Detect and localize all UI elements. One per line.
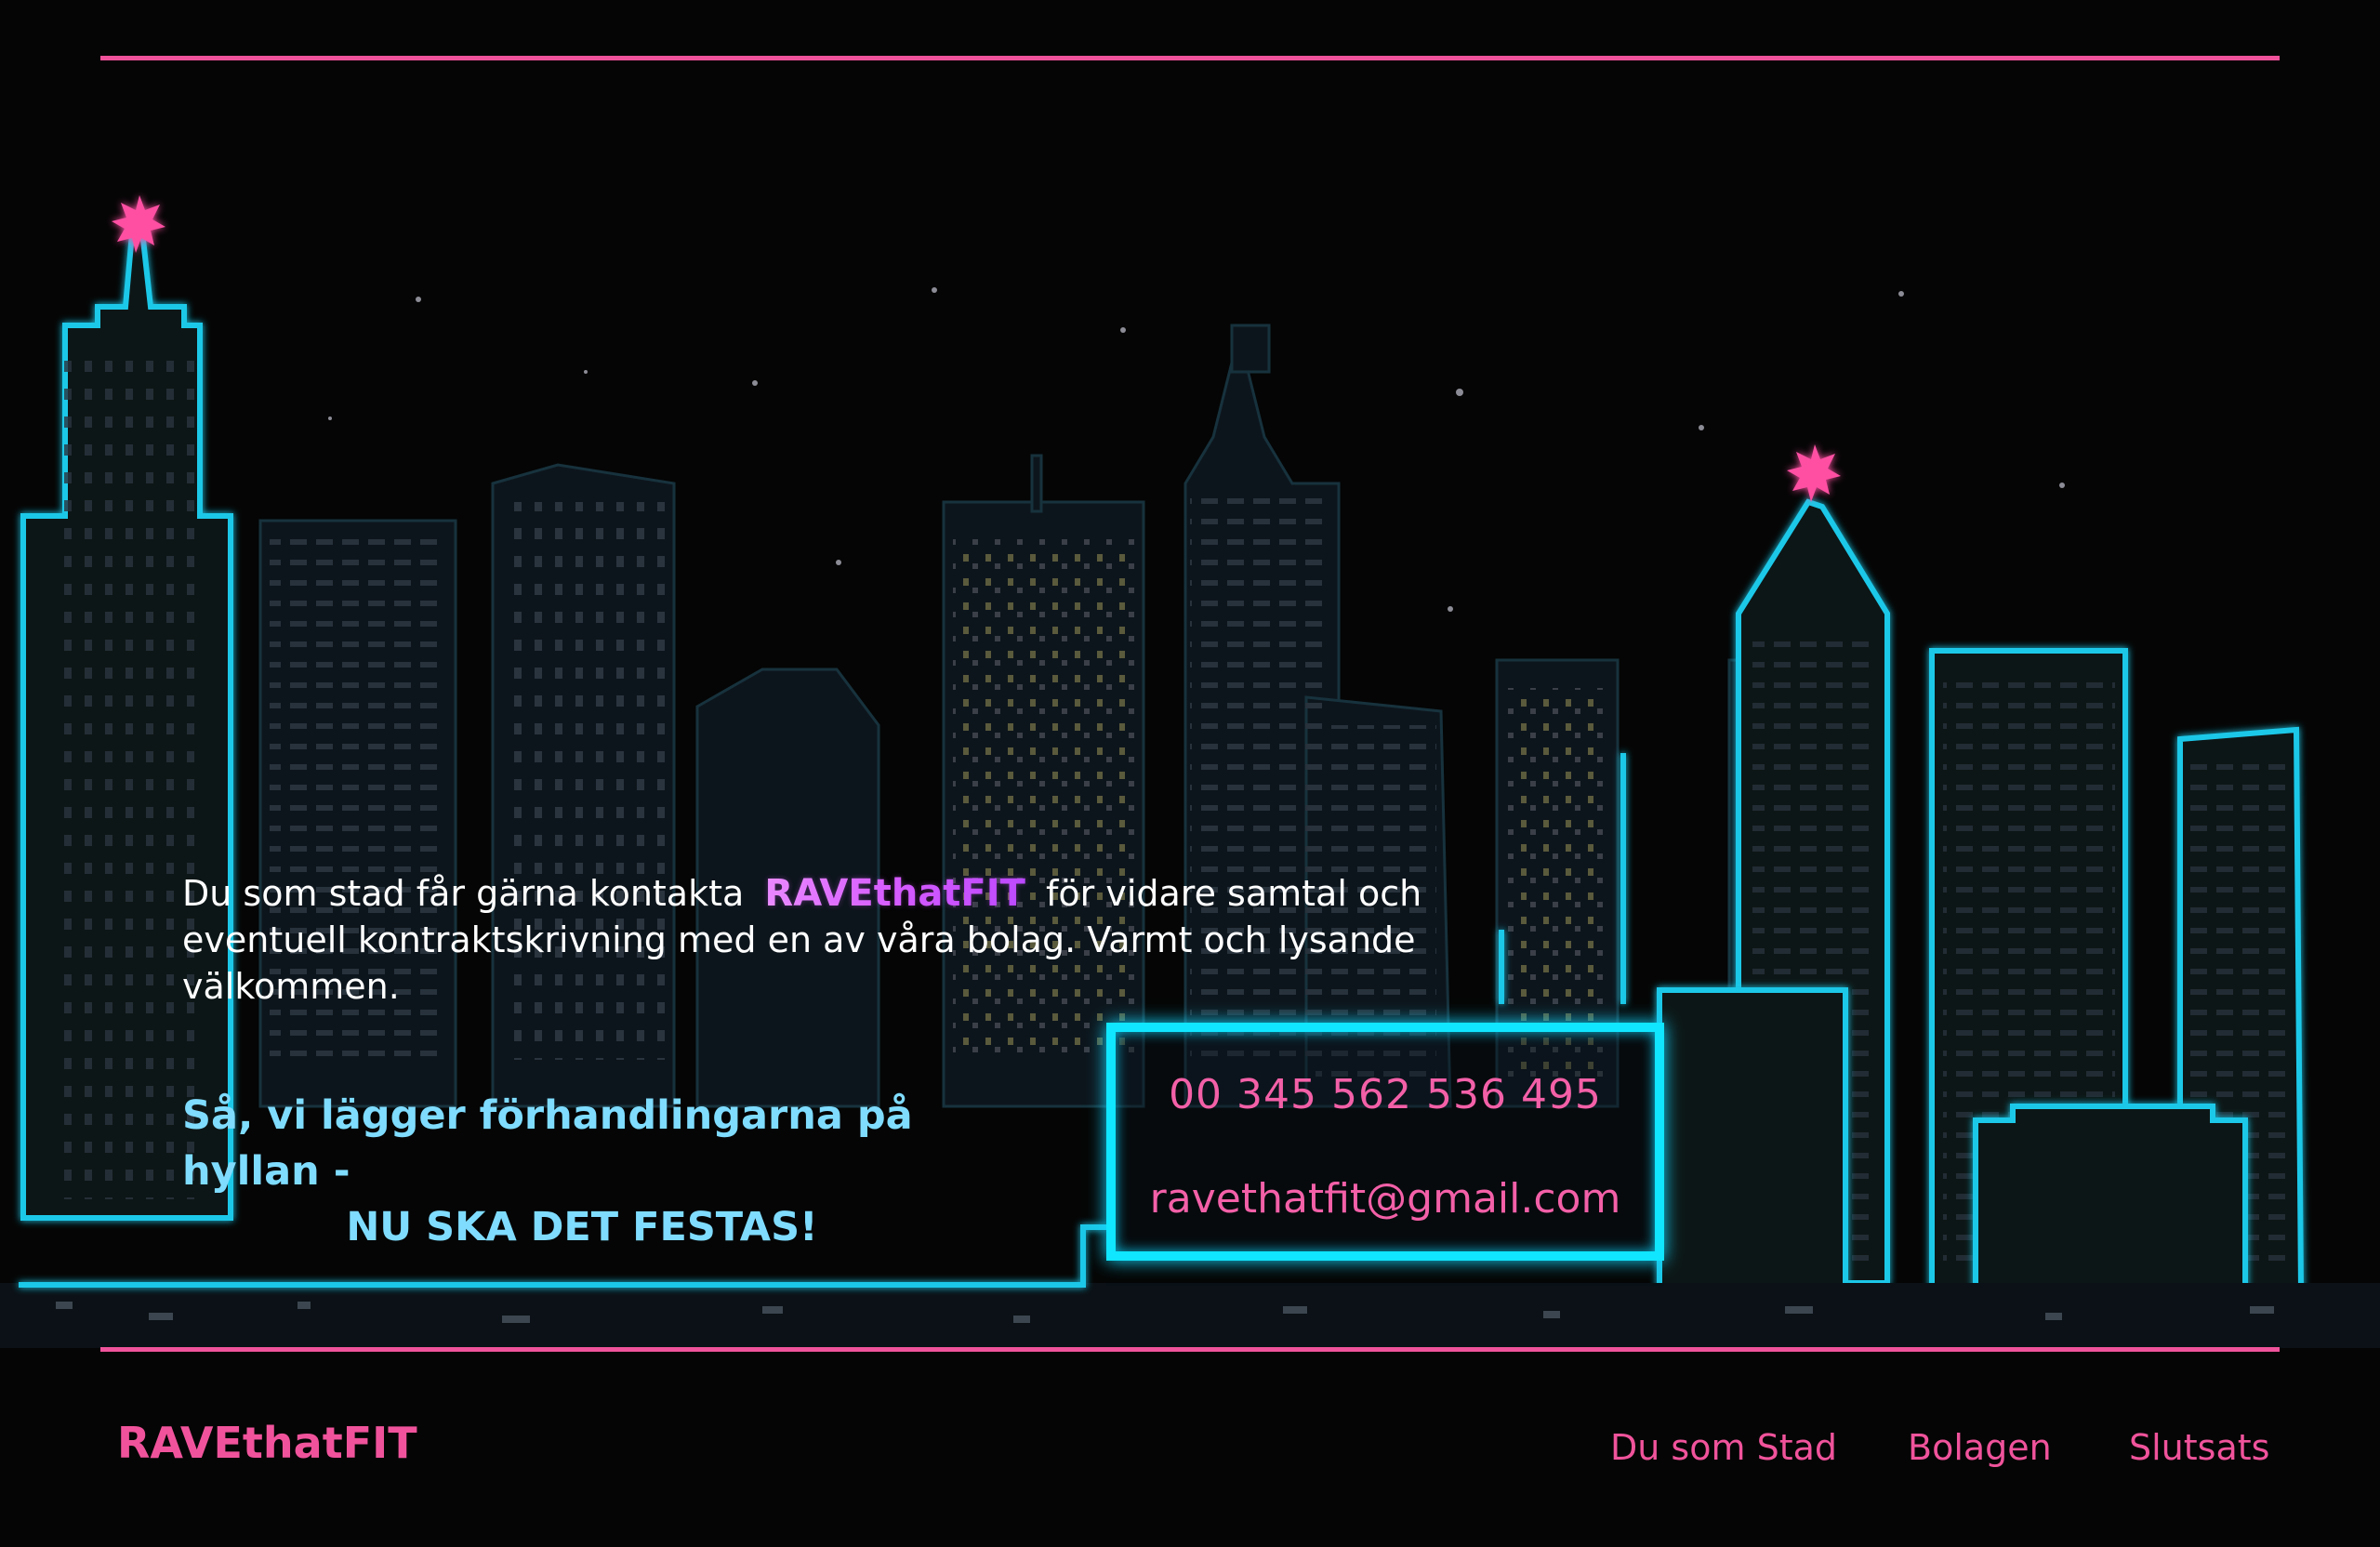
bottom-divider (100, 1347, 2280, 1352)
brand-inline-logo: RAVEthatFIT (755, 872, 1035, 915)
contact-box: 00 345 562 536 495 ravethatfit@gmail.com (1106, 1023, 1664, 1261)
cta-line-2: NU SKA DET FESTAS! (346, 1204, 818, 1250)
cta-message: Så, vi lägger förhandlingarna på hyllan … (182, 1088, 982, 1255)
footer-logo[interactable]: RAVEthatFIT (117, 1418, 417, 1468)
pink-star-icon (112, 195, 1841, 502)
nav-link-du-som-stad[interactable]: Du som Stad (1610, 1427, 1837, 1468)
top-divider (100, 56, 2280, 60)
cta-line-1: Så, vi lägger förhandlingarna på hyllan … (182, 1092, 913, 1195)
contact-phone[interactable]: 00 345 562 536 495 (1116, 1071, 1655, 1118)
nav-link-slutsats[interactable]: Slutsats (2129, 1427, 2269, 1468)
intro-text-before: Du som stad får gärna kontakta (182, 873, 745, 914)
intro-paragraph: Du som stad får gärna kontakta RAVEthatF… (182, 870, 1577, 1010)
contact-email[interactable]: ravethatfit@gmail.com (1116, 1175, 1655, 1223)
nav-link-bolagen[interactable]: Bolagen (1908, 1427, 2052, 1468)
